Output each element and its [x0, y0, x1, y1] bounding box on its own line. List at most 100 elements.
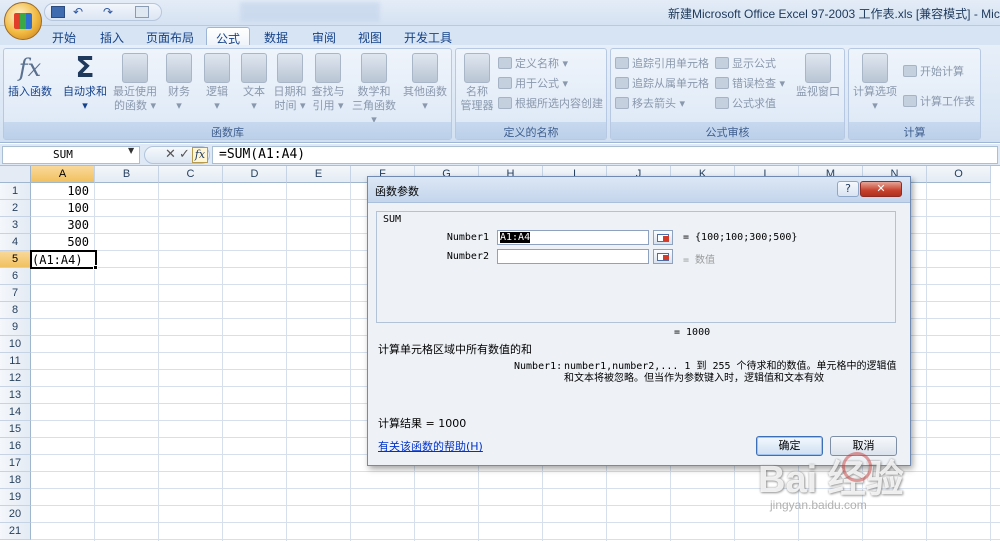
trace-precedents-button[interactable]: 追踪引用单元格	[615, 55, 709, 73]
evaluate-formula-icon	[715, 97, 729, 109]
number1-input[interactable]: A1:A4	[497, 230, 649, 245]
row-header-6[interactable]: 6	[0, 268, 31, 285]
tab-formulas[interactable]: 公式	[206, 27, 250, 46]
office-button[interactable]	[4, 2, 42, 40]
watch-window-button[interactable]: 监视窗口	[795, 53, 841, 99]
calc-now-button[interactable]: 开始计算	[903, 63, 964, 81]
enter-formula-icon[interactable]: ✓	[179, 147, 190, 163]
help-icon[interactable]: ?	[837, 181, 859, 197]
number2-label: Number2	[446, 251, 489, 262]
row-header-3[interactable]: 3	[0, 217, 31, 234]
row-header-21[interactable]: 21	[0, 523, 31, 540]
fill-handle[interactable]	[93, 265, 98, 270]
row-header-9[interactable]: 9	[0, 319, 31, 336]
use-in-formula-button[interactable]: 用于公式 ▾	[498, 75, 568, 93]
row-header-2[interactable]: 2	[0, 200, 31, 217]
evaluate-formula-label: 公式求值	[732, 97, 776, 110]
text-book-icon	[241, 53, 267, 83]
calculator-icon	[862, 53, 888, 83]
tab-insert[interactable]: 插入	[92, 27, 132, 46]
active-cell-a5[interactable]: (A1:A4)	[30, 250, 97, 269]
select-all-corner[interactable]	[0, 166, 31, 183]
evaluate-formula-button[interactable]: 公式求值	[715, 95, 776, 113]
chevron-down-icon[interactable]: ▼	[128, 146, 134, 155]
remove-arrows-button[interactable]: 移去箭头 ▾	[615, 95, 685, 113]
row-header-17[interactable]: 17	[0, 455, 31, 472]
function-help-link[interactable]: 有关该函数的帮助(H)	[378, 438, 483, 454]
tab-home[interactable]: 开始	[44, 27, 84, 46]
tab-page-layout[interactable]: 页面布局	[140, 27, 200, 46]
row-header-7[interactable]: 7	[0, 285, 31, 302]
row-header-16[interactable]: 16	[0, 438, 31, 455]
lookup-button[interactable]: 查找与 引用 ▾	[308, 53, 348, 113]
row-header-12[interactable]: 12	[0, 370, 31, 387]
row-header-4[interactable]: 4	[0, 234, 31, 251]
error-checking-button[interactable]: 错误检查 ▾	[715, 75, 785, 93]
insert-function-button[interactable]: fx 插入函数	[6, 53, 54, 99]
dialog-title: 函数参数	[375, 185, 419, 198]
cell-a1[interactable]: 100	[31, 183, 91, 200]
column-header-c[interactable]: C	[159, 166, 223, 183]
undo-icon[interactable]: ↶	[73, 6, 87, 18]
cell-a4[interactable]: 500	[31, 234, 91, 251]
calc-options-button[interactable]: 计算选项 ▾	[851, 53, 899, 113]
more-functions-button[interactable]: 其他函数 ▾	[400, 53, 450, 113]
row-header-5[interactable]: 5	[0, 251, 31, 268]
row-header-19[interactable]: 19	[0, 489, 31, 506]
save-icon[interactable]	[51, 6, 65, 18]
column-header-e[interactable]: E	[287, 166, 351, 183]
row-header-18[interactable]: 18	[0, 472, 31, 489]
datetime-button[interactable]: 日期和 时间 ▾	[270, 53, 310, 113]
tab-data[interactable]: 数据	[256, 27, 296, 46]
row-header-1[interactable]: 1	[0, 183, 31, 200]
row-header-13[interactable]: 13	[0, 387, 31, 404]
row-header-11[interactable]: 11	[0, 353, 31, 370]
number2-input[interactable]	[497, 249, 649, 264]
cell-a2[interactable]: 100	[31, 200, 91, 217]
calc-sheet-button[interactable]: 计算工作表	[903, 93, 975, 111]
paw-logo-icon	[842, 452, 872, 482]
print-preview-icon[interactable]	[135, 6, 149, 18]
redo-icon[interactable]: ↷	[103, 6, 117, 18]
name-box[interactable]: SUM	[2, 146, 140, 164]
trace-dependents-button[interactable]: 追踪从属单元格	[615, 75, 709, 93]
column-header-a[interactable]: A	[31, 166, 95, 183]
text-arrow: ▾	[251, 99, 257, 112]
number1-collapse-button[interactable]	[653, 230, 673, 245]
insert-function-fx-icon[interactable]: fx	[192, 147, 208, 163]
dialog-title-bar[interactable]: 函数参数 ? ✕	[368, 177, 910, 203]
row-header-14[interactable]: 14	[0, 404, 31, 421]
row-header-20[interactable]: 20	[0, 506, 31, 523]
define-name-button[interactable]: 定义名称 ▾	[498, 55, 568, 73]
tab-view[interactable]: 视图	[350, 27, 390, 46]
text-functions-button[interactable]: 文本 ▾	[236, 53, 272, 113]
row-header-10[interactable]: 10	[0, 336, 31, 353]
tab-review[interactable]: 审阅	[304, 27, 344, 46]
title-bar: ↶ ↷ 新建Microsoft Office Excel 97-2003 工作表…	[0, 0, 1000, 26]
column-header-o[interactable]: O	[927, 166, 991, 183]
show-formulas-button[interactable]: 显示公式	[715, 55, 776, 73]
column-header-d[interactable]: D	[223, 166, 287, 183]
math-trig-button[interactable]: 数学和 三角函数 ▾	[348, 53, 400, 127]
cell-a3[interactable]: 300	[31, 217, 91, 234]
tab-developer[interactable]: 开发工具	[398, 27, 458, 46]
function-arguments-dialog: 函数参数 ? ✕ SUM Number1 A1:A4 = {100;100;30…	[367, 176, 911, 466]
logical-button[interactable]: 逻辑 ▾	[198, 53, 236, 113]
financial-button[interactable]: 财务 ▾	[160, 53, 198, 113]
cancel-formula-icon[interactable]: ✕	[165, 147, 176, 163]
watermark: Bai 经验 jingyan.baidu.com	[758, 448, 958, 512]
row-header-8[interactable]: 8	[0, 302, 31, 319]
row-header-15[interactable]: 15	[0, 421, 31, 438]
name-manager-button[interactable]: 名称 管理器	[458, 53, 496, 113]
autosum-button[interactable]: Σ 自动求和 ▾	[60, 53, 110, 113]
formula-input[interactable]: =SUM(A1:A4)	[212, 146, 998, 164]
create-from-selection-button[interactable]: 根据所选内容创建	[498, 95, 603, 113]
remove-arrows-icon	[615, 97, 629, 109]
ribbon: fx 插入函数 Σ 自动求和 ▾ 最近使用 的函数 ▾ 财务 ▾ 逻辑 ▾ 文本…	[0, 45, 1000, 143]
name-manager-label-2: 管理器	[460, 99, 494, 112]
books-icon	[412, 53, 438, 83]
close-icon[interactable]: ✕	[860, 181, 902, 197]
recent-functions-button[interactable]: 最近使用 的函数 ▾	[110, 53, 160, 113]
number2-collapse-button[interactable]	[653, 249, 673, 264]
column-header-b[interactable]: B	[95, 166, 159, 183]
